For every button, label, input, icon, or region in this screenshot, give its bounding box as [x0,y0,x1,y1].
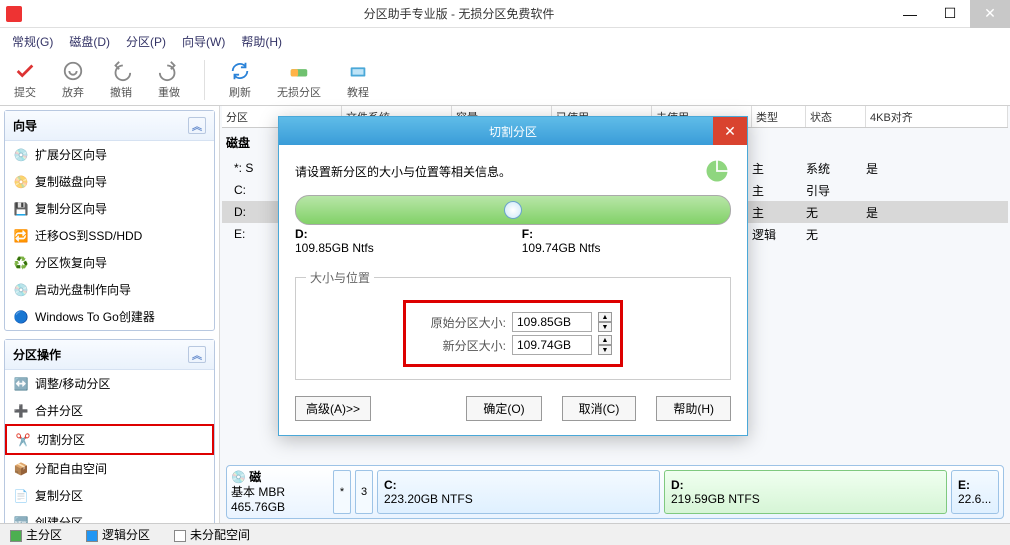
new-size-input[interactable] [512,335,592,355]
orig-size-label: 原始分区大小: [431,314,506,331]
advanced-button[interactable]: 高级(A)>> [295,396,371,421]
new-size-label: 新分区大小: [443,337,506,354]
split-partition-dialog: 切割分区 ✕ 请设置新分区的大小与位置等相关信息。 D:109.85GB Ntf… [278,116,748,436]
new-size-up[interactable]: ▲ [598,335,612,345]
slider-right-label: F:109.74GB Ntfs [522,227,731,255]
size-slider[interactable] [295,195,731,225]
dialog-titlebar[interactable]: 切割分区 ✕ [279,117,747,145]
ok-button[interactable]: 确定(O) [466,396,541,421]
partition-icon [703,157,731,185]
orig-size-input[interactable] [512,312,592,332]
size-fieldset: 大小与位置 原始分区大小: ▲▼ 新分区大小: ▲▼ [295,269,731,380]
slider-handle[interactable] [504,201,522,219]
new-size-down[interactable]: ▼ [598,345,612,355]
dialog-description: 请设置新分区的大小与位置等相关信息。 [295,163,511,180]
slider-left-label: D:109.85GB Ntfs [295,227,504,255]
help-button[interactable]: 帮助(H) [656,396,731,421]
dialog-close-button[interactable]: ✕ [713,117,747,145]
orig-size-up[interactable]: ▲ [598,312,612,322]
cancel-button[interactable]: 取消(C) [562,396,637,421]
size-inputs-highlight: 原始分区大小: ▲▼ 新分区大小: ▲▼ [403,300,623,367]
orig-size-down[interactable]: ▼ [598,322,612,332]
dialog-title: 切割分区 [489,123,537,140]
fieldset-legend: 大小与位置 [306,269,374,286]
